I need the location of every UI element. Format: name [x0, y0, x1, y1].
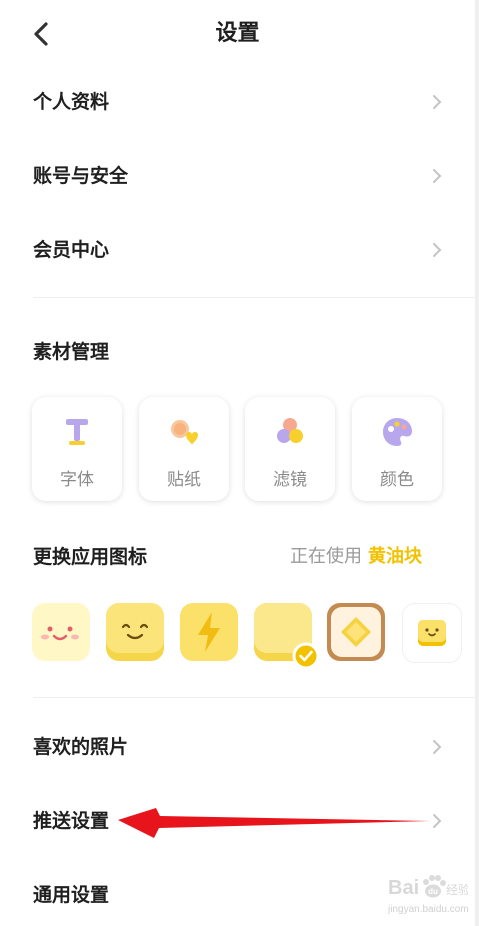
- filter-icon: [277, 418, 303, 443]
- material-label: 字体: [60, 470, 94, 490]
- material-font[interactable]: 字体: [32, 397, 122, 501]
- baidu-logo: Bai du 经验: [388, 875, 468, 899]
- row-push-settings[interactable]: 推送设置: [0, 793, 475, 849]
- material-label: 颜色: [380, 470, 414, 490]
- lightning-icon: [180, 603, 238, 661]
- chevron-right-icon: [433, 740, 442, 754]
- row-label: 会员中心: [33, 239, 110, 261]
- row-label: 喜欢的照片: [33, 736, 129, 758]
- current-icon-name: 黄油块: [368, 546, 422, 567]
- sticker-icon: [171, 420, 198, 445]
- row-label: 个人资料: [33, 91, 110, 113]
- row-label: 账号与安全: [33, 165, 129, 187]
- watermark: Bai du 经验 jingyan.baidu.com: [388, 870, 469, 920]
- materials-title: 素材管理: [33, 341, 110, 363]
- app-icon-option-2[interactable]: [106, 603, 164, 661]
- row-label: 通用设置: [33, 884, 110, 906]
- row-account-security[interactable]: 账号与安全: [0, 148, 475, 204]
- material-label: 滤镜: [273, 470, 307, 490]
- divider: [33, 297, 475, 298]
- toast-icon: [327, 603, 385, 661]
- row-liked-photos[interactable]: 喜欢的照片: [0, 719, 475, 775]
- material-sticker[interactable]: 贴纸: [139, 397, 229, 501]
- material-label: 贴纸: [167, 470, 201, 490]
- header: 设置: [0, 0, 475, 70]
- divider: [33, 697, 475, 698]
- palette-icon: [383, 418, 412, 446]
- row-member-center[interactable]: 会员中心: [0, 222, 475, 278]
- app-icon-option-3[interactable]: [180, 603, 238, 661]
- watermark-brand: Bai: [388, 877, 419, 899]
- chevron-right-icon: [433, 814, 442, 828]
- row-label: 推送设置: [33, 810, 110, 832]
- watermark-suffix: 经验: [446, 882, 468, 897]
- watermark-url: jingyan.baidu.com: [388, 904, 469, 915]
- page-title: 设置: [215, 21, 260, 46]
- chevron-right-icon: [433, 169, 442, 183]
- current-icon-status: 正在使用 黄油块: [290, 543, 422, 571]
- smile-face-yellow-icon: [106, 603, 164, 661]
- smile-face-pink-icon: [32, 603, 90, 661]
- chevron-right-icon: [433, 243, 442, 257]
- app-icon-title: 更换应用图标: [33, 546, 148, 568]
- selected-check-icon: [292, 642, 320, 670]
- small-butter-icon: [418, 620, 446, 646]
- status-prefix: 正在使用: [290, 546, 362, 567]
- app-icon-option-5[interactable]: [327, 603, 385, 661]
- app-icon-option-6[interactable]: [402, 603, 462, 663]
- font-icon: [66, 419, 88, 445]
- material-filter[interactable]: 滤镜: [245, 397, 335, 501]
- right-edge: [475, 0, 479, 926]
- material-color[interactable]: 颜色: [352, 397, 442, 501]
- chevron-right-icon: [433, 95, 442, 109]
- watermark-paw: du: [428, 887, 438, 896]
- row-personal-profile[interactable]: 个人资料: [0, 74, 475, 130]
- app-icon-option-1[interactable]: [32, 603, 90, 661]
